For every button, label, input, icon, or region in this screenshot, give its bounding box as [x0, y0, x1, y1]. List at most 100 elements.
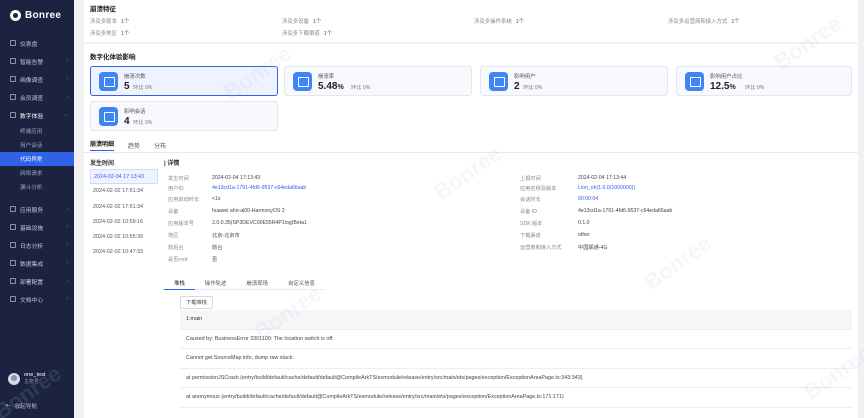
crash-features-title: 崩溃特征 — [90, 6, 116, 13]
chevron-right-icon: › — [66, 296, 68, 302]
affected-sessions-icon — [99, 107, 118, 126]
stack-trace: 1:main Caused by: BusinessError 3301100:… — [180, 310, 852, 408]
card-affected-user-ratio[interactable]: 影响用户占比 12.5% 环比 0% — [676, 66, 852, 96]
nav-item-data[interactable]: 数据集成 › — [0, 254, 74, 272]
card-title: 影响会话 — [124, 109, 146, 115]
collapse-icon: ⇤ — [6, 403, 11, 409]
stack-row: Cannot get SourceMap info, dump raw stac… — [180, 349, 852, 369]
nav-label: 应用服务 — [20, 207, 44, 214]
nav-label: 数据集成 — [20, 261, 44, 268]
nav-item-infra[interactable]: 基础设施 › — [0, 218, 74, 236]
sub-item-terminal[interactable]: 终端应用 — [0, 124, 74, 138]
detail-foreground: 前后台 前台 — [168, 245, 223, 251]
detail-panel: | 详情 发生时间 2024-02-04 17:13:43 用户ID 4e13cd1… — [164, 158, 854, 263]
card-ring: 环比 0% — [351, 85, 371, 91]
detail-user-id: 用户ID 4e13cd1a-1791-4fd6-9537-c64eda66aab — [168, 185, 307, 192]
detail-root: 是否root 否 — [168, 257, 218, 263]
card-ring: 环比 0% — [745, 85, 765, 91]
crash-features-section: 崩溃特征 涉及多版本 1个 涉及多设备 1个 涉及多操作系统 1个 涉及多运营商和接入… — [84, 0, 858, 42]
card-affected-users[interactable]: 影响用户 2 环比 0% — [480, 66, 668, 96]
sub-item-network[interactable]: 网络请求 — [0, 166, 74, 180]
card-title: 崩溃次数 — [124, 74, 146, 80]
collapse-nav-button[interactable]: ⇤ 收起导航 — [6, 402, 37, 410]
time-row[interactable]: 2024-02-04 17:13:43 — [90, 169, 158, 185]
nav-item-member[interactable]: 会员调查 › — [0, 88, 74, 106]
user-profile[interactable]: one_test 主账号 — [8, 372, 45, 385]
feature-item: 涉及多设备 1个 — [282, 19, 322, 25]
feature-item: 涉及多操作系统 1个 — [474, 19, 525, 25]
nav-item-alarm[interactable]: 智能告警 › — [0, 52, 74, 70]
tab-distribution[interactable]: 分布 — [154, 141, 166, 150]
card-value: 5.48% — [318, 81, 344, 92]
card-affected-sessions[interactable]: 影响会话 4 环比 0% — [90, 101, 278, 131]
chevron-right-icon: › — [66, 242, 68, 248]
detail-device: 设备 huawei ahn-al00-HarmonyOS 2 — [168, 208, 285, 215]
detail-session-duration: 会话时长 00:00:04 — [520, 196, 599, 203]
nav-item-log[interactable]: 日志分析 › — [0, 236, 74, 254]
stack-row: at permissionJSCrash (entry/build/defaul… — [180, 369, 852, 388]
detail-header: | 详情 — [164, 161, 180, 167]
detail-channel: 下载渠道 other — [520, 232, 590, 239]
nav-item-app-service[interactable]: 应用服务 › — [0, 200, 74, 218]
card-value: 5 — [124, 81, 130, 92]
brand-logo[interactable]: Bonree — [0, 0, 74, 30]
card-crash-count[interactable]: 崩溃次数 5 环比 0% — [90, 66, 278, 96]
feature-item: 涉及多运营商和接入方式 1个 — [668, 19, 740, 25]
card-crash-rate[interactable]: 崩溃率 5.48% 环比 0% — [284, 66, 472, 96]
dashboard-icon — [10, 40, 16, 46]
sub-item-funnel[interactable]: 漏斗分析 — [0, 180, 74, 194]
crash-count-icon — [99, 72, 118, 91]
subtab-stack[interactable]: 堆栈 — [164, 277, 195, 290]
time-row[interactable]: 2024-02-02 10:59:16 — [90, 215, 158, 230]
card-value: 2 — [514, 81, 520, 92]
nav-item-dashboard[interactable]: 仪表盘 — [0, 34, 74, 52]
profile-icon — [10, 76, 16, 82]
time-row[interactable]: 2024-02-02 10:47:33 — [90, 245, 158, 260]
tab-crash-detail[interactable]: 崩溃明细 — [90, 139, 115, 151]
subtab-trace[interactable]: 操作轨迹 — [194, 277, 237, 290]
nav-label: 部署配置 — [20, 279, 44, 286]
nav-label: 仪表盘 — [20, 41, 38, 48]
time-row[interactable]: 2024-02-02 10:55:39 — [90, 230, 158, 245]
sub-item-code-exception[interactable]: 代码异常 — [0, 152, 74, 166]
experience-impact-section: 数字化体验影响 崩溃次数 5 环比 0% 崩溃率 5.48% 环比 0% 影响用… — [84, 44, 858, 136]
download-stack-button[interactable]: 下载堆栈 — [180, 296, 213, 309]
crash-detail-section: 崩溃明细 趋势 分布 发生时间 2024-02-04 17:13:43 2024… — [84, 136, 858, 418]
chevron-right-icon: › — [66, 94, 68, 100]
sub-item-session[interactable]: 用户会话 — [0, 138, 74, 152]
impact-title: 数字化体验影响 — [90, 54, 136, 61]
affected-users-icon — [489, 72, 508, 91]
subtab-custom-info[interactable]: 自定义信息 — [277, 277, 325, 290]
card-title: 影响用户占比 — [710, 74, 743, 80]
card-title: 崩溃率 — [318, 74, 335, 80]
nav-item-profile[interactable]: 画像调查 › — [0, 70, 74, 88]
member-icon — [10, 94, 16, 100]
tab-trend[interactable]: 趋势 — [128, 141, 140, 150]
chevron-right-icon: › — [66, 76, 68, 82]
infra-icon — [10, 224, 16, 230]
alarm-icon — [10, 58, 16, 64]
time-row[interactable]: 2024-02-02 17:51:34 — [90, 184, 158, 199]
time-row[interactable]: 2024-02-02 17:51:34 — [90, 200, 158, 215]
nav-label: 画像调查 — [20, 77, 44, 84]
main-content: 崩溃特征 涉及多版本 1个 涉及多设备 1个 涉及多操作系统 1个 涉及多运营商和接入… — [74, 0, 864, 418]
feature-item: 涉及多下载渠道 1个 — [282, 31, 333, 37]
nav-item-deploy[interactable]: 部署配置 › — [0, 272, 74, 290]
chevron-right-icon: › — [66, 58, 68, 64]
subtab-scene[interactable]: 崩溃现场 — [236, 277, 278, 290]
detail-launch-time: 应用启动时长 <1s — [168, 196, 221, 203]
detail-report-time: 上报时间 2024-02-04 17:13:44 — [520, 175, 627, 182]
card-ring: 环比 0% — [133, 120, 153, 126]
collapse-label: 收起导航 — [14, 404, 38, 410]
avatar — [8, 372, 20, 385]
user-ratio-icon — [685, 72, 704, 91]
chevron-right-icon: › — [66, 260, 68, 266]
detail-app-version: 应用版本号 2.0.0.35(SP3DEVC00E55R4P1log)Beta1 — [168, 220, 307, 227]
nav-item-experience[interactable]: 数字体验 ⌄ — [0, 106, 74, 124]
data-icon — [10, 260, 16, 266]
stack-row: at anonymous (entry/build/default/cache/… — [180, 388, 852, 408]
card-value: 12.5% — [710, 81, 736, 92]
app-service-icon — [10, 206, 16, 212]
nav-item-doc[interactable]: 文档中心 › — [0, 290, 74, 308]
detail-carrier: 运营商和接入方式 中国联通-4G — [520, 245, 608, 251]
